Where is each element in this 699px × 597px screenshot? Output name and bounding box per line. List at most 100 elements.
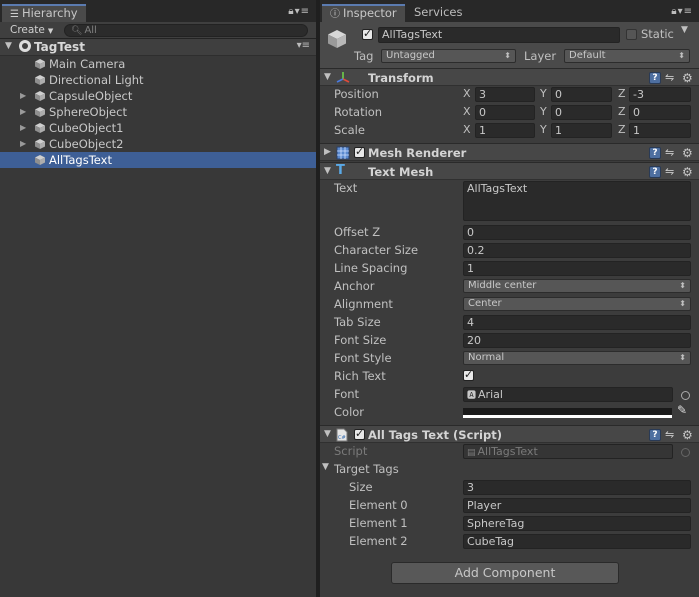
axis-z-label[interactable]: Z — [618, 105, 626, 118]
alignment-dropdown[interactable]: Center ⬍ — [463, 297, 691, 311]
character-size-input[interactable]: 0.2 — [463, 243, 691, 258]
script-component-header[interactable]: ▼ C# All Tags Text (Script) ? ⇋ ⚙ — [320, 425, 699, 443]
element-input[interactable]: SphereTag — [463, 516, 691, 531]
help-icon[interactable]: ? — [649, 147, 661, 159]
font-style-label: Font Style — [334, 351, 392, 365]
hierarchy-item[interactable]: Main Camera — [0, 56, 316, 72]
presets-icon[interactable]: ⇋ — [665, 147, 674, 159]
axis-x-label[interactable]: X — [463, 105, 471, 118]
rich-text-checkbox[interactable] — [463, 368, 474, 381]
offset-z-input[interactable]: 0 — [463, 225, 691, 240]
hierarchy-item[interactable]: Directional Light — [0, 72, 316, 88]
transform-z-input[interactable]: -3 — [629, 87, 691, 102]
inspector-tabbar: ⓘ Inspector Services 🔒︎▾≡ — [320, 4, 699, 22]
font-style-dropdown[interactable]: Normal ⬍ — [463, 351, 691, 365]
line-spacing-input[interactable]: 1 — [463, 261, 691, 276]
expand-triangle-icon[interactable]: ▶ — [20, 107, 26, 116]
hierarchy-item[interactable]: AllTagsText — [0, 152, 316, 168]
hierarchy-item[interactable]: ▶ CubeObject2 — [0, 136, 316, 152]
presets-icon[interactable]: ⇋ — [665, 429, 674, 441]
scene-menu-icon[interactable]: ▾≡ — [297, 40, 310, 51]
gameobject-name-input[interactable]: AllTagsText — [378, 27, 620, 43]
layer-dropdown[interactable]: Default ⬍ — [564, 49, 690, 63]
text-value: AllTagsText — [467, 182, 528, 195]
axis-x-label[interactable]: X — [463, 87, 471, 100]
tab-size-input[interactable]: 4 — [463, 315, 691, 330]
element-input[interactable]: Player — [463, 498, 691, 513]
static-dropdown-icon[interactable]: ▼ — [681, 25, 688, 35]
hierarchy-search-input[interactable]: 🔍︎ All — [64, 24, 308, 37]
eyedropper-icon[interactable]: ✎ — [677, 403, 687, 417]
gear-icon[interactable]: ⚙ — [682, 147, 693, 159]
mesh-renderer-header[interactable]: ▶ Mesh Renderer ? ⇋ ⚙ — [320, 143, 699, 161]
help-icon[interactable]: ? — [649, 166, 661, 178]
size-input[interactable]: 3 — [463, 480, 691, 495]
axis-y-label[interactable]: Y — [540, 87, 547, 100]
color-swatch[interactable] — [463, 408, 672, 418]
transform-z-input[interactable]: 0 — [629, 105, 691, 120]
expand-triangle-icon[interactable]: ▶ — [20, 123, 26, 132]
axis-z-label[interactable]: Z — [618, 87, 626, 100]
anchor-dropdown[interactable]: Middle center ⬍ — [463, 279, 691, 293]
transform-x-input[interactable]: 0 — [475, 105, 535, 120]
fold-triangle-icon[interactable]: ▼ — [324, 166, 331, 176]
tab-menu-icon[interactable]: ▾≡ — [295, 6, 310, 17]
gear-icon[interactable]: ⚙ — [682, 429, 693, 441]
transform-y-input[interactable]: 0 — [551, 87, 612, 102]
gameobject-active-checkbox[interactable] — [362, 27, 373, 40]
hierarchy-item[interactable]: ▶ SphereObject — [0, 104, 316, 120]
gameobject-name: AllTagsText — [382, 28, 443, 41]
inspector-tab-menu-icon[interactable]: ▾≡ — [678, 6, 693, 17]
axis-x-label[interactable]: X — [463, 123, 471, 136]
object-picker-icon[interactable] — [681, 391, 690, 400]
help-icon[interactable]: ? — [649, 429, 661, 441]
color-label: Color — [334, 405, 365, 419]
hierarchy-item-label: SphereObject — [49, 105, 127, 119]
presets-icon[interactable]: ⇋ — [665, 166, 674, 178]
static-checkbox[interactable] — [626, 29, 637, 40]
transform-x-input[interactable]: 1 — [475, 123, 535, 138]
script-enabled-checkbox[interactable] — [354, 427, 365, 440]
axis-y-label[interactable]: Y — [540, 105, 547, 118]
transform-x-input[interactable]: 3 — [475, 87, 535, 102]
line-spacing-label: Line Spacing — [334, 261, 408, 275]
add-component-button[interactable]: Add Component — [391, 562, 619, 584]
transform-header[interactable]: ▼ Transform ? ⇋ ⚙ — [320, 68, 699, 86]
gear-icon[interactable]: ⚙ — [682, 166, 693, 178]
hierarchy-item[interactable]: ▶ CapsuleObject — [0, 88, 316, 104]
axis-z-label[interactable]: Z — [618, 123, 626, 136]
scene-row[interactable]: ▼ TagTest ▾≡ — [0, 39, 316, 56]
tab-hierarchy[interactable]: ☰ Hierarchy — [2, 4, 86, 22]
target-tags-fold-icon[interactable]: ▼ — [322, 462, 329, 472]
fold-triangle-icon[interactable]: ▶ — [324, 147, 331, 157]
transform-y-input[interactable]: 0 — [551, 105, 612, 120]
hierarchy-tab-tools[interactable]: 🔒︎▾≡ — [288, 6, 310, 17]
tab-inspector[interactable]: ⓘ Inspector — [322, 4, 405, 22]
expand-triangle-icon[interactable]: ▶ — [20, 91, 26, 100]
tab-services-label: Services — [414, 5, 463, 19]
tag-dropdown[interactable]: Untagged ⬍ — [381, 49, 516, 63]
text-mesh-header[interactable]: ▼ T Text Mesh ? ⇋ ⚙ — [320, 162, 699, 180]
element-input[interactable]: CubeTag — [463, 534, 691, 549]
font-size-input[interactable]: 20 — [463, 333, 691, 348]
create-dropdown[interactable]: Create ▼ — [6, 24, 57, 37]
font-object-field[interactable]: 🅰︎ Arial — [463, 387, 673, 402]
transform-y-input[interactable]: 1 — [551, 123, 612, 138]
hierarchy-item[interactable]: ▶ CubeObject1 — [0, 120, 316, 136]
character-size-value: 0.2 — [467, 244, 485, 257]
presets-icon[interactable]: ⇋ — [665, 72, 674, 84]
inspector-tab-tools[interactable]: 🔒︎▾≡ — [671, 6, 693, 17]
help-icon[interactable]: ? — [649, 72, 661, 84]
axis-y-label[interactable]: Y — [540, 123, 547, 136]
tab-services[interactable]: Services — [406, 4, 471, 22]
transform-z-input[interactable]: 1 — [629, 123, 691, 138]
text-area[interactable]: AllTagsText — [463, 181, 691, 221]
element-value: Player — [467, 499, 502, 512]
fold-triangle-icon[interactable]: ▼ — [324, 72, 331, 82]
gear-icon[interactable]: ⚙ — [682, 72, 693, 84]
expand-triangle-icon[interactable]: ▶ — [20, 139, 26, 148]
expand-triangle-icon[interactable]: ▼ — [5, 41, 12, 51]
transform-row-label: Position — [334, 87, 379, 101]
fold-triangle-icon[interactable]: ▼ — [324, 429, 331, 439]
mesh-renderer-enabled-checkbox[interactable] — [354, 145, 365, 158]
